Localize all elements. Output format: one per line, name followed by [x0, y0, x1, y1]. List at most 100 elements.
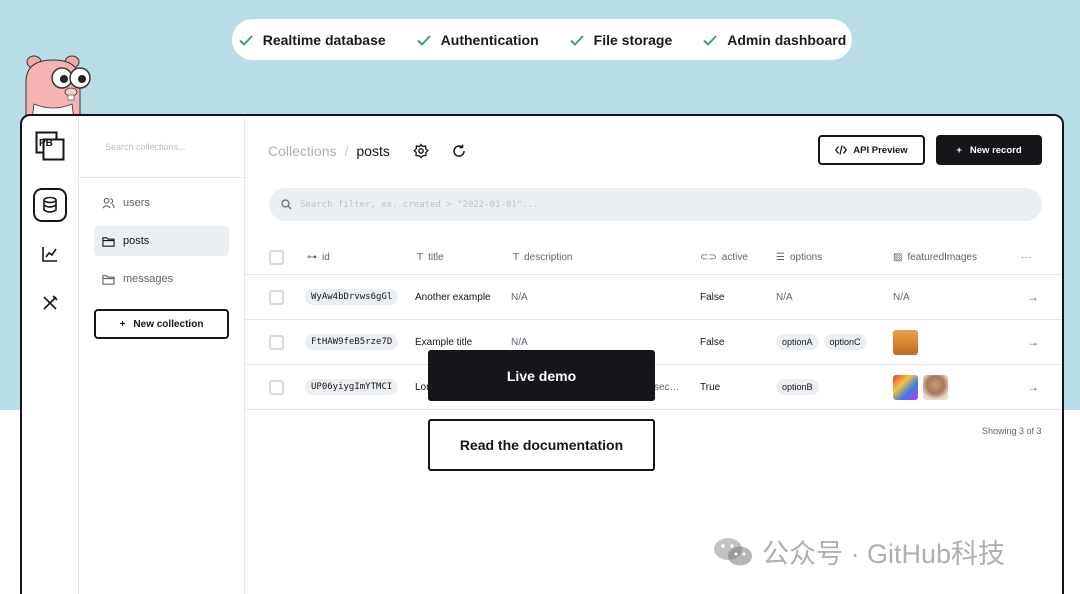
feature-item: Realtime database — [238, 32, 386, 48]
logo-text: PB — [39, 138, 53, 149]
key-icon: ⊶ — [307, 251, 317, 263]
column-label: title — [428, 251, 444, 263]
option-badge: optionB — [776, 379, 819, 395]
record-title: Another example — [415, 291, 491, 303]
image-icon: ▨ — [893, 251, 903, 263]
chart-line-icon — [42, 247, 57, 262]
column-header-id[interactable]: ⊶ id — [307, 240, 330, 274]
record-id[interactable]: FtHAW9feB5rze7D — [305, 334, 399, 350]
new-record-button[interactable]: + New record — [936, 135, 1042, 165]
record-id[interactable]: UP06yiygImYTMCI — [305, 379, 399, 395]
users-icon — [102, 197, 115, 209]
gear-icon[interactable] — [413, 143, 429, 159]
arrow-right-icon[interactable]: → — [1027, 380, 1039, 394]
sidebar-item-label: posts — [123, 235, 150, 247]
new-collection-button[interactable]: + New collection — [94, 309, 229, 339]
column-header-options[interactable]: ☰ options — [776, 240, 822, 274]
column-label: id — [322, 251, 330, 263]
sidebar-item-label: users — [123, 197, 150, 209]
record-active: True — [700, 381, 721, 393]
column-label: featuredImages — [907, 251, 977, 263]
feature-item: Authentication — [416, 32, 539, 48]
read-documentation-button[interactable]: Read the documentation — [428, 419, 655, 471]
column-label: options — [789, 251, 823, 263]
column-header-featuredimages[interactable]: ▨ featuredImages — [893, 240, 977, 274]
plus-icon: + — [956, 144, 962, 156]
check-icon — [416, 34, 431, 46]
feature-label: Realtime database — [262, 31, 386, 48]
record-id[interactable]: WyAw4bDrvws6gGl — [305, 289, 399, 305]
database-icon — [43, 196, 57, 213]
api-preview-button[interactable]: API Preview — [818, 135, 925, 165]
arrow-right-icon[interactable]: → — [1027, 335, 1039, 349]
more-icon: ··· — [1021, 251, 1031, 263]
records-count: Showing 3 of 3 — [982, 426, 1042, 436]
table-row[interactable]: WyAw4bDrvws6gGl Another example N/A Fals… — [245, 275, 1062, 320]
breadcrumb: Collections / posts — [268, 143, 390, 159]
nav-settings-button[interactable] — [33, 286, 67, 320]
record-title: Example title — [415, 336, 473, 348]
column-label: active — [721, 251, 748, 263]
option-badge: optionC — [823, 334, 867, 350]
arrow-right-icon[interactable]: → — [1027, 290, 1039, 304]
plus-icon: + — [119, 318, 126, 330]
feature-item: Admin dashboard — [702, 32, 846, 48]
pocketbase-logo[interactable]: PB — [35, 131, 65, 161]
folder-icon — [102, 236, 115, 247]
record-active: False — [700, 336, 725, 348]
sidebar-item-posts[interactable]: posts — [94, 226, 229, 256]
row-checkbox[interactable] — [269, 379, 284, 395]
row-checkbox[interactable] — [269, 334, 284, 350]
table-header-row: ⊶ id Ttitle Tdescription ⊂⊃ active ☰ option… — [245, 240, 1062, 275]
new-collection-label: New collection — [133, 318, 204, 330]
column-label: description — [524, 251, 573, 263]
feature-item: File storage — [569, 31, 673, 48]
filter-placeholder: Search filter, ex. created > "2022-01-01… — [300, 199, 539, 210]
row-checkbox[interactable] — [269, 289, 284, 305]
columns-menu-button[interactable]: ··· — [1021, 240, 1031, 274]
check-icon — [569, 34, 584, 46]
list-icon: ☰ — [776, 251, 785, 263]
image-thumbnail[interactable] — [893, 374, 918, 400]
nav-rail: PB — [22, 116, 79, 594]
collections-search-input[interactable]: Search collections... — [79, 116, 244, 178]
record-description: N/A — [511, 291, 528, 303]
collections-sidebar: Search collections... users posts messag… — [79, 116, 245, 594]
new-record-label: New record — [969, 144, 1022, 156]
folder-icon — [102, 274, 115, 285]
feature-bar: Realtime database Authentication File st… — [232, 19, 852, 60]
live-demo-button[interactable]: Live demo — [428, 350, 655, 401]
breadcrumb-root[interactable]: Collections — [268, 143, 336, 159]
record-description: N/A — [511, 336, 528, 348]
select-all-checkbox[interactable] — [269, 249, 284, 265]
breadcrumb-separator: / — [344, 143, 349, 159]
image-thumbnail[interactable] — [923, 374, 948, 400]
refresh-icon[interactable] — [451, 143, 467, 159]
sidebar-item-users[interactable]: users — [94, 188, 229, 218]
sidebar-item-label: messages — [123, 273, 174, 285]
option-badge: optionA — [776, 334, 819, 350]
text-icon: T — [513, 251, 520, 263]
wechat-icon — [714, 537, 752, 565]
tools-icon — [43, 295, 58, 310]
record-active: False — [700, 291, 725, 303]
nav-collections-button[interactable] — [33, 188, 67, 222]
column-header-description[interactable]: Tdescription — [513, 240, 572, 274]
text-icon: T — [417, 251, 424, 263]
watermark-text: 公众号 · GitHub科技 — [762, 539, 1006, 569]
feature-label: Authentication — [440, 31, 539, 48]
feature-label: File storage — [593, 31, 673, 48]
image-thumbnail[interactable] — [893, 329, 918, 355]
sidebar-item-messages[interactable]: messages — [94, 264, 229, 294]
record-description: sec… — [654, 381, 680, 393]
column-header-active[interactable]: ⊂⊃ active — [700, 240, 748, 274]
gopher-mascot-icon — [25, 55, 91, 120]
feature-label: Admin dashboard — [727, 31, 847, 48]
toggle-icon: ⊂⊃ — [700, 251, 717, 263]
column-header-title[interactable]: Ttitle — [417, 240, 444, 274]
search-filter-input[interactable]: Search filter, ex. created > "2022-01-01… — [269, 188, 1042, 221]
nav-logs-button[interactable] — [33, 237, 67, 271]
search-icon — [281, 199, 292, 210]
record-options: N/A — [776, 291, 793, 303]
check-icon — [703, 34, 717, 46]
